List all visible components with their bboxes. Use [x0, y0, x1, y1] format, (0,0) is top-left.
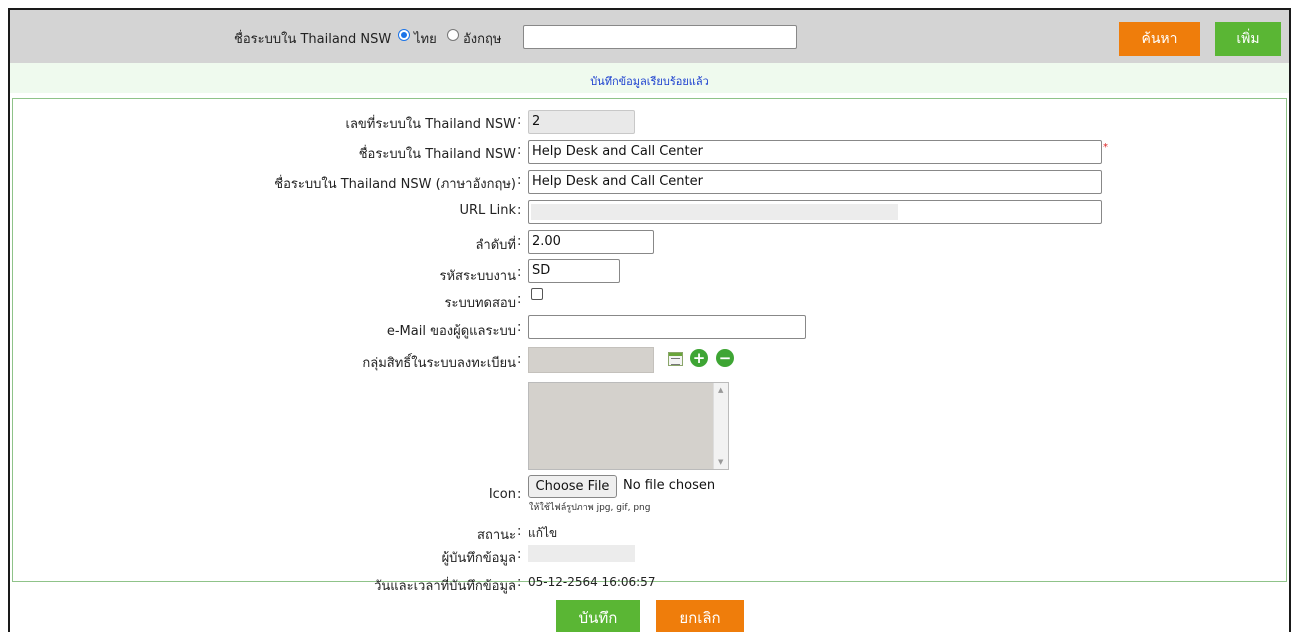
choose-file-button[interactable]: Choose File	[528, 475, 617, 498]
recorded-by-label: ผู้บันทึกข้อมูล	[441, 551, 516, 566]
plus-circle-icon[interactable]: +	[690, 349, 708, 367]
search-bar: ชื่อระบบใน Thailand NSW ไทย อังกฤษ ค้นหา…	[10, 10, 1289, 63]
minus-circle-icon[interactable]: −	[716, 349, 734, 367]
admin-email-label: e-Mail ของผู้ดูแลระบบ	[386, 324, 516, 339]
test-system-label: ระบบทดสอบ	[444, 296, 516, 311]
radio-english[interactable]	[447, 29, 459, 41]
colon: :	[517, 265, 522, 280]
search-button[interactable]: ค้นหา	[1119, 22, 1200, 56]
system-form: เลขที่ระบบใน Thailand NSW : 2 ชื่อระบบใน…	[12, 98, 1287, 594]
required-mark: *	[1103, 142, 1108, 153]
save-button[interactable]: บันทึก	[556, 600, 640, 632]
success-message: บันทึกข้อมูลเรียบร้อยแล้ว	[590, 75, 709, 88]
search-input[interactable]	[523, 25, 797, 49]
recorded-by-field	[528, 545, 635, 562]
permission-group-list[interactable]: ▲ ▼	[528, 382, 729, 470]
order-label: ลำดับที่	[475, 238, 516, 253]
app-frame: ชื่อระบบใน Thailand NSW ไทย อังกฤษ ค้นหา…	[8, 8, 1291, 632]
colon: :	[517, 320, 522, 335]
radio-thai-label: ไทย	[414, 32, 437, 47]
recorded-at-label: วันและเวลาที่บันทึกข้อมูล	[374, 579, 516, 594]
system-name-en-label: ชื่อระบบใน Thailand NSW (ภาษาอังกฤษ)	[274, 177, 516, 192]
status-label: สถานะ	[477, 528, 516, 543]
permission-group-field	[528, 347, 654, 373]
colon: :	[517, 487, 522, 502]
system-name-field[interactable]: Help Desk and Call Center	[528, 140, 1102, 164]
colon: :	[517, 547, 522, 562]
admin-email-field[interactable]	[528, 315, 806, 339]
colon: :	[517, 173, 522, 188]
scroll-down-icon[interactable]: ▼	[718, 458, 723, 466]
colon: :	[517, 113, 522, 128]
colon: :	[517, 524, 522, 539]
list-icon[interactable]	[668, 352, 683, 366]
colon: :	[517, 352, 522, 367]
url-link-label: URL Link	[459, 203, 516, 218]
status-value: แก้ไข	[528, 526, 558, 540]
radio-english-label: อังกฤษ	[463, 32, 502, 47]
system-no-field: 2	[528, 110, 635, 134]
system-code-field[interactable]: SD	[528, 259, 620, 283]
scroll-up-icon[interactable]: ▲	[718, 386, 723, 394]
colon: :	[517, 575, 522, 590]
system-name-label: ชื่อระบบใน Thailand NSW	[358, 147, 516, 162]
message-bar: บันทึกข้อมูลเรียบร้อยแล้ว	[10, 63, 1289, 93]
system-no-label: เลขที่ระบบใน Thailand NSW	[345, 117, 517, 132]
file-hint: ให้ใช้ไฟล์รูปภาพ jpg, gif, png	[529, 503, 651, 513]
file-status: No file chosen	[623, 478, 716, 493]
permission-group-label: กลุ่มสิทธิ์ในระบบลงทะเบียน	[362, 356, 516, 371]
colon: :	[517, 292, 522, 307]
search-label: ชื่อระบบใน Thailand NSW	[234, 32, 392, 47]
colon: :	[517, 234, 522, 249]
scrollbar[interactable]: ▲ ▼	[713, 383, 728, 469]
radio-thai[interactable]	[398, 29, 410, 41]
test-system-checkbox[interactable]	[531, 288, 543, 300]
url-autofill-highlight	[531, 204, 898, 220]
add-button[interactable]: เพิ่ม	[1215, 22, 1281, 56]
url-link-field[interactable]	[528, 200, 1102, 224]
order-field[interactable]: 2.00	[528, 230, 654, 254]
system-code-label: รหัสระบบงาน	[439, 269, 517, 284]
system-name-en-field[interactable]: Help Desk and Call Center	[528, 170, 1102, 194]
icon-label: Icon	[488, 487, 516, 502]
colon: :	[517, 143, 522, 158]
recorded-at-value: 05-12-2564 16:06:57	[528, 575, 656, 589]
cancel-button[interactable]: ยกเลิก	[656, 600, 744, 632]
colon: :	[517, 203, 522, 218]
